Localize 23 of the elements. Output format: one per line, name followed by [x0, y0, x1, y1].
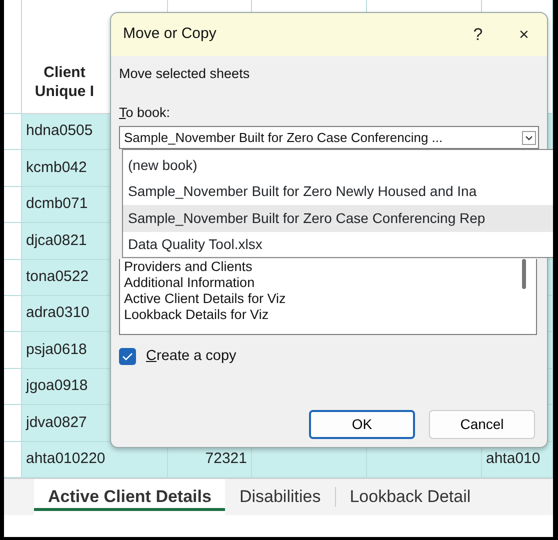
scrollbar-thumb[interactable]: [522, 259, 526, 289]
dialog-button[interactable]: OK: [309, 410, 415, 439]
check-icon: [122, 352, 133, 362]
help-button[interactable]: ?: [455, 13, 501, 56]
sheet-tab[interactable]: Disabilities: [225, 479, 335, 515]
sheet-tab[interactable]: Lookback Detail: [336, 479, 485, 515]
sheet-tab[interactable]: Active Client Details: [34, 479, 226, 515]
row-header-cell: [4, 223, 22, 260]
sheet-list[interactable]: Providers and Clients Additional Information Active Client Details for Viz Lookback Details for Viz: [119, 259, 537, 335]
dropdown-option[interactable]: Sample_November Built for Zero Case Conferencing Rep: [123, 205, 553, 232]
to-book-dropdown[interactable]: Sample_November Built for Zero Case Conferencing ...: [119, 126, 539, 149]
row-header-cell: [4, 260, 22, 296]
caret-icon: [522, 130, 536, 144]
dialog-button[interactable]: Cancel: [429, 410, 535, 439]
create-copy-checkbox[interactable]: [119, 348, 136, 366]
row-header-cell: [4, 114, 22, 150]
row-header-cell: [4, 150, 22, 187]
row-header-cell: [4, 186, 22, 224]
row-header-cell: [4, 296, 22, 332]
row-header-cell: [4, 332, 22, 369]
row-header-cell: [4, 405, 22, 442]
close-button[interactable]: ×: [501, 13, 547, 56]
row-header-cell: [4, 368, 22, 406]
